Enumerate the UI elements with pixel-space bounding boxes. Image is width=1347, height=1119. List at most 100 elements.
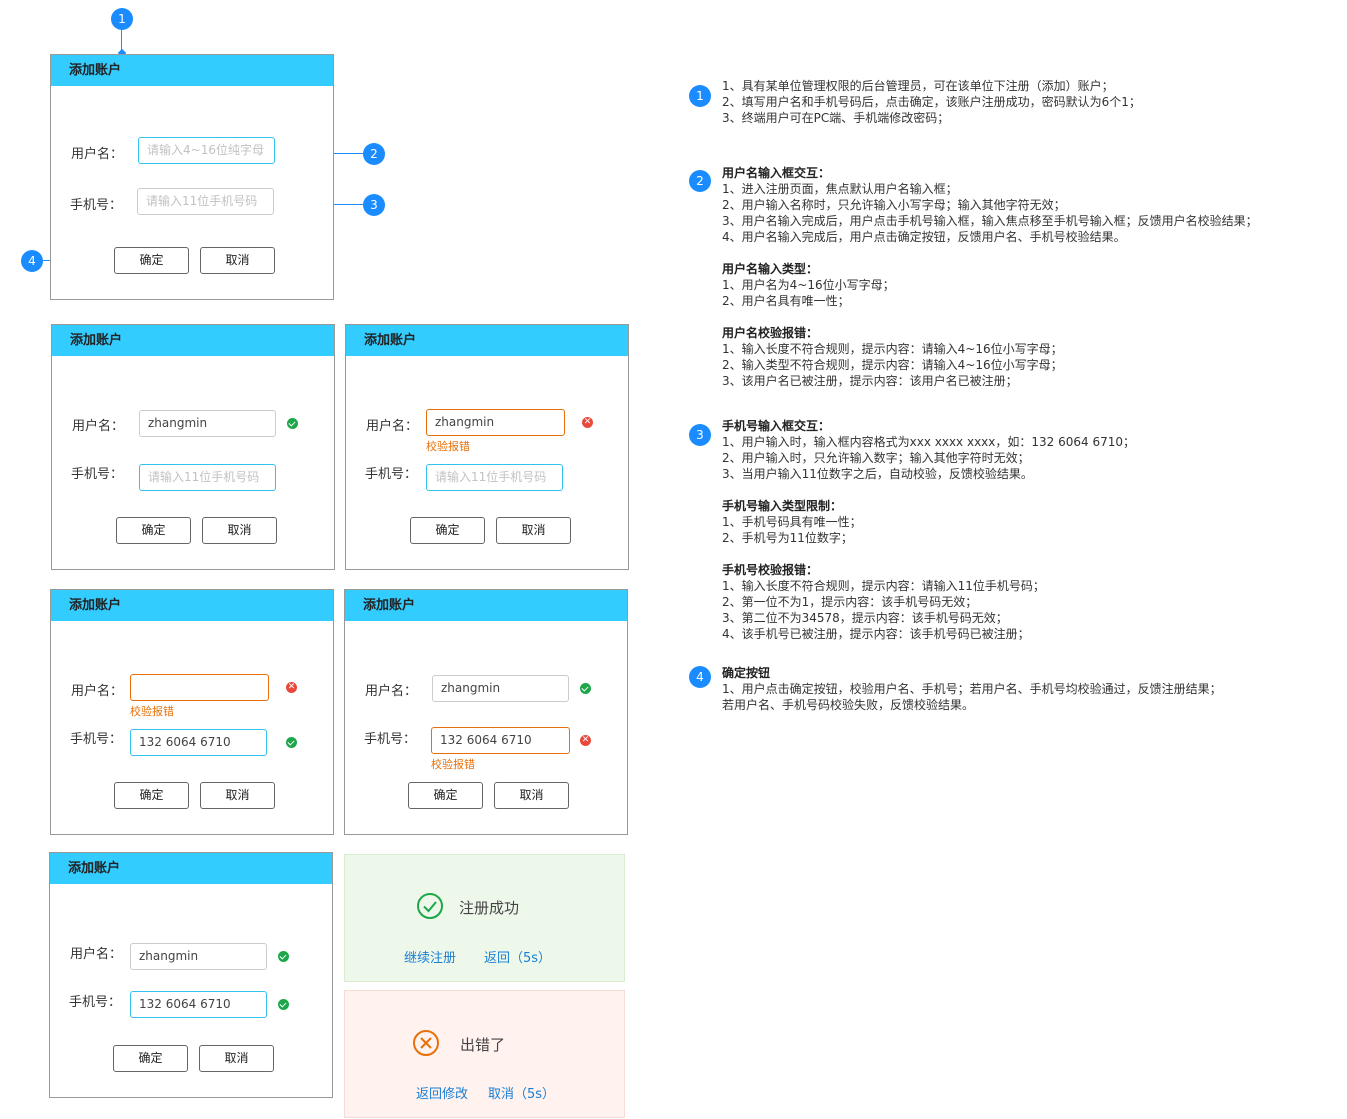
- note-line: 3、终端用户可在PC端、手机端修改密码；: [722, 111, 950, 125]
- username-label: 用户名：: [71, 147, 124, 162]
- continue-register-link[interactable]: 继续注册: [404, 947, 456, 966]
- valid-check-icon: [278, 951, 289, 962]
- phone-input[interactable]: 请输入11位手机号码: [137, 188, 274, 215]
- success-result-card: 注册成功 继续注册 返回（5s）: [344, 854, 625, 982]
- note-heading: 用户名校验报错：: [722, 326, 819, 340]
- back-edit-link[interactable]: 返回修改: [416, 1083, 468, 1102]
- note-line: 2、用户输入名称时，只允许输入小写字母；输入其他字符无效；: [722, 198, 1066, 212]
- phone-input[interactable]: 132 6064 6710: [130, 991, 267, 1018]
- note-heading: 手机号输入类型限制：: [722, 499, 843, 513]
- back-countdown-link[interactable]: 返回（5s）: [484, 947, 551, 966]
- username-label: 用户名：: [72, 419, 125, 434]
- confirm-button[interactable]: 确定: [410, 517, 485, 544]
- note-heading: 用户名输入类型：: [722, 262, 819, 276]
- error-cross-circle-icon: [413, 1030, 439, 1056]
- dialog-title: 添加账户: [51, 55, 333, 86]
- note-line: 3、当用户输入11位数字之后，自动校验，反馈校验结果。: [722, 467, 1033, 481]
- error-cross-icon: ✕: [286, 682, 297, 693]
- confirm-button[interactable]: 确定: [116, 517, 191, 544]
- note-section-4: 确定按钮 1、用户点击确定按钮，校验用户名、手机号；若用户名、手机号均校验通过，…: [722, 665, 1342, 713]
- add-account-dialog-empty-username-error: 添加账户 用户名： ✕ 校验报错 手机号： 132 6064 6710 确定 取…: [50, 589, 334, 835]
- success-check-circle-icon: [417, 893, 443, 919]
- confirm-button[interactable]: 确定: [114, 782, 189, 809]
- note-line: 1、用户输入时，输入框内容格式为xxx xxxx xxxx，如：132 6064…: [722, 435, 1135, 449]
- note-badge-2: 2: [689, 170, 711, 192]
- phone-input[interactable]: 132 6064 6710: [130, 729, 267, 756]
- note-line: 2、手机号为11位数字；: [722, 531, 853, 545]
- username-label: 用户名：: [366, 419, 419, 434]
- phone-label: 手机号：: [70, 732, 123, 747]
- note-badge-4: 4: [689, 666, 711, 688]
- note-badge-1: 1: [689, 85, 711, 107]
- note-line: 3、该用户名已被注册，提示内容：该用户名已被注册；: [722, 374, 1018, 388]
- note-line: 3、用户名输入完成后，用户点击手机号输入框，输入焦点移至手机号输入框；反馈用户名…: [722, 214, 1258, 228]
- valid-check-icon: [278, 999, 289, 1010]
- callout-badge-4: 4: [21, 250, 43, 272]
- confirm-button[interactable]: 确定: [113, 1045, 188, 1072]
- username-input[interactable]: zhangmin: [426, 409, 565, 436]
- dialog-title: 添加账户: [345, 590, 627, 621]
- cancel-button[interactable]: 取消: [200, 247, 275, 274]
- phone-label: 手机号：: [71, 467, 124, 482]
- add-account-dialog-username-error: 添加账户 用户名： zhangmin ✕ 校验报错 手机号： 请输入11位手机号…: [345, 324, 629, 570]
- failure-result-card: 出错了 返回修改 取消（5s）: [344, 990, 625, 1118]
- note-line: 4、用户名输入完成后，用户点击确定按钮，反馈用户名、手机号校验结果。: [722, 230, 1126, 244]
- note-line: 1、具有某单位管理权限的后台管理员，可在该单位下注册（添加）账户；: [722, 79, 1114, 93]
- username-input[interactable]: zhangmin: [130, 943, 267, 970]
- note-heading: 手机号输入框交互：: [722, 419, 831, 433]
- valid-check-icon: [286, 737, 297, 748]
- dialog-title: 添加账户: [52, 325, 334, 356]
- cancel-button[interactable]: 取消: [494, 782, 569, 809]
- valid-check-icon: [287, 418, 298, 429]
- confirm-button[interactable]: 确定: [408, 782, 483, 809]
- username-label: 用户名：: [365, 684, 418, 699]
- cancel-button[interactable]: 取消: [200, 782, 275, 809]
- failure-title: 出错了: [460, 1036, 506, 1054]
- username-label: 用户名：: [71, 684, 124, 699]
- username-error-hint: 校验报错: [426, 440, 470, 453]
- callout-badge-1: 1: [111, 8, 133, 30]
- callout-badge-3: 3: [363, 194, 385, 216]
- add-account-dialog-username-valid: 添加账户 用户名： zhangmin 手机号： 请输入11位手机号码 确定 取消: [51, 324, 335, 570]
- phone-input[interactable]: 请输入11位手机号码: [426, 464, 563, 491]
- username-input[interactable]: [130, 674, 269, 701]
- note-section-1: 1、具有某单位管理权限的后台管理员，可在该单位下注册（添加）账户； 2、填写用户…: [722, 78, 1342, 126]
- username-input[interactable]: 请输入4~16位纯字母: [138, 137, 275, 164]
- username-input[interactable]: zhangmin: [139, 410, 276, 437]
- note-badge-3: 3: [689, 424, 711, 446]
- cancel-button[interactable]: 取消: [199, 1045, 274, 1072]
- success-title: 注册成功: [459, 899, 520, 917]
- phone-input[interactable]: 132 6064 6710: [431, 727, 570, 754]
- note-line: 1、用户名为4~16位小写字母；: [722, 278, 895, 292]
- note-line: 4、该手机号已被注册，提示内容：该手机号码已被注册；: [722, 627, 1030, 641]
- valid-check-icon: [580, 683, 591, 694]
- add-account-dialog-phone-error: 添加账户 用户名： zhangmin 手机号： 132 6064 6710 ✕ …: [344, 589, 628, 835]
- note-line: 1、输入长度不符合规则，提示内容：请输入4~16位小写字母；: [722, 342, 1063, 356]
- username-error-hint: 校验报错: [130, 705, 174, 718]
- cancel-countdown-link[interactable]: 取消（5s）: [488, 1083, 555, 1102]
- error-cross-icon: ✕: [580, 735, 591, 746]
- phone-input[interactable]: 请输入11位手机号码: [139, 464, 276, 491]
- dialog-title: 添加账户: [346, 325, 628, 356]
- cancel-button[interactable]: 取消: [202, 517, 277, 544]
- note-section-3: 手机号输入框交互： 1、用户输入时，输入框内容格式为xxx xxxx xxxx，…: [722, 418, 1342, 642]
- add-account-dialog-all-valid: 添加账户 用户名： zhangmin 手机号： 132 6064 6710 确定…: [49, 852, 333, 1098]
- dialog-title: 添加账户: [50, 853, 332, 884]
- note-line: 2、用户名具有唯一性；: [722, 294, 850, 308]
- note-line: 2、填写用户名和手机号码后，点击确定，该账户注册成功，密码默认为6个1；: [722, 95, 1141, 109]
- phone-label: 手机号：: [364, 732, 417, 747]
- cancel-button[interactable]: 取消: [496, 517, 571, 544]
- note-line: 2、用户输入时，只允许输入数字；输入其他字符时无效；: [722, 451, 1030, 465]
- note-line: 2、输入类型不符合规则，提示内容：请输入4~16位小写字母；: [722, 358, 1063, 372]
- username-label: 用户名：: [70, 947, 123, 962]
- username-input[interactable]: zhangmin: [432, 675, 569, 702]
- phone-label: 手机号：: [70, 198, 123, 213]
- note-line: 2、第一位不为1，提示内容：该手机号码无效；: [722, 595, 978, 609]
- dialog-title: 添加账户: [51, 590, 333, 621]
- note-line: 1、手机号码具有唯一性；: [722, 515, 862, 529]
- note-line: 3、第二位不为34578，提示内容：该手机号码无效；: [722, 611, 1008, 625]
- note-section-2: 用户名输入框交互： 1、进入注册页面，焦点默认用户名输入框； 2、用户输入名称时…: [722, 165, 1346, 389]
- error-cross-icon: ✕: [582, 417, 593, 428]
- confirm-button[interactable]: 确定: [114, 247, 189, 274]
- add-account-dialog-initial: 添加账户 用户名： 请输入4~16位纯字母 手机号： 请输入11位手机号码 确定…: [50, 54, 334, 300]
